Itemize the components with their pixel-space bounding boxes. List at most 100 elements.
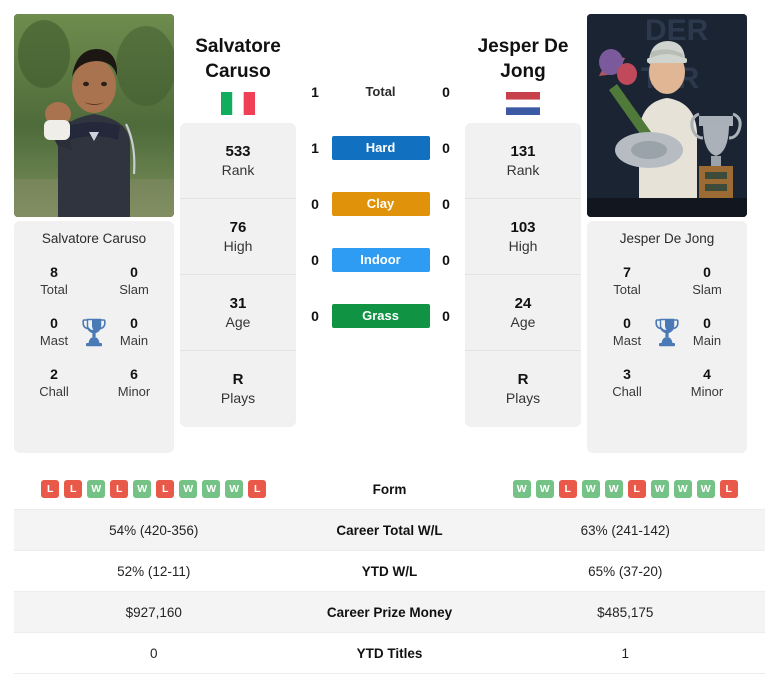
stats-left-prize: $927,160: [125, 604, 182, 620]
right-form-badge[interactable]: W: [604, 480, 623, 498]
h2h-label-wrap-grass: Grass: [331, 304, 430, 328]
stats-label-ytd_titles: YTD Titles: [356, 645, 423, 661]
right-form-badge[interactable]: W: [650, 480, 669, 498]
h2h-right-score-grass: 0: [442, 308, 450, 324]
stats-right-prize: $485,175: [597, 604, 654, 620]
left-form-strip: LLWLWLWWWL: [14, 480, 294, 498]
left-player-rank-card: 533 Rank 76 High 31 Age R Plays: [180, 123, 296, 427]
right-age-label: Age: [510, 313, 536, 330]
surface-badge-grass[interactable]: Grass: [331, 304, 430, 328]
right-titles-mast: 0 Mast: [601, 315, 653, 349]
stats-right-ytd_wl: 65% (37-20): [588, 563, 663, 579]
right-titles-main-value: 0: [703, 315, 711, 331]
right-age-segment: 24 Age: [465, 275, 581, 351]
stats-label-career_wl: Career Total W/L: [336, 522, 443, 538]
left-player-info: Salvatore Caruso 533 Rank 76 High 31 Age…: [180, 14, 296, 427]
stats-left-ytd_titles: 0: [149, 645, 158, 661]
right-titles-row-1: 7 Total 0 Slam: [593, 264, 741, 298]
left-player-name-line2: Caruso: [205, 61, 271, 82]
right-form-badge[interactable]: L: [558, 480, 577, 498]
left-form-badge[interactable]: L: [156, 480, 175, 498]
right-form-badge[interactable]: L: [719, 480, 738, 498]
right-titles-row-2: 0 Mast 0 Main: [593, 315, 741, 349]
right-form-badge[interactable]: L: [627, 480, 646, 498]
stats-row-career_wl: 54% (420-356) Career Total W/L 63% (241-14…: [14, 510, 765, 551]
stats-left-form: LLWLWLWWWL: [14, 480, 294, 498]
right-player-name: Jesper De Jong: [465, 14, 581, 84]
h2h-total-label: Total: [365, 84, 396, 99]
left-rank-label: Rank: [221, 161, 255, 178]
right-titles-chall-value: 3: [623, 366, 631, 382]
h2h-row-clay: 0 Clay 0: [302, 176, 459, 232]
h2h-left-score-grass: 0: [311, 308, 319, 324]
right-titles-minor: 4 Minor: [681, 366, 733, 400]
right-player-name-line2: Jong: [500, 61, 546, 82]
right-form-badge[interactable]: W: [696, 480, 715, 498]
right-player-caption: Jesper De Jong: [619, 231, 715, 246]
left-titles-total-label: Total: [40, 282, 68, 297]
right-player-rank-card: 131 Rank 103 High 24 Age R Plays: [465, 123, 581, 427]
stats-right-form: WWLWWLWWWL: [486, 480, 766, 498]
left-form-badge[interactable]: L: [248, 480, 267, 498]
left-form-badge[interactable]: W: [179, 480, 198, 498]
left-plays-value: R: [232, 371, 244, 388]
left-form-badge[interactable]: W: [225, 480, 244, 498]
right-form-badge[interactable]: W: [673, 480, 692, 498]
flag-netherlands-icon: [506, 92, 540, 115]
right-player-photo[interactable]: DER TTR: [587, 14, 747, 217]
stats-row-ytd_wl: 52% (12-11) YTD W/L 65% (37-20): [14, 551, 765, 592]
stats-row-form: L L W L W L W W W L Form W W L W W L W W W L: [14, 469, 765, 510]
left-form-badge[interactable]: W: [133, 480, 152, 498]
right-form-badge[interactable]: W: [581, 480, 600, 498]
stats-label-form: Form: [372, 481, 407, 497]
h2h-label-wrap-hard: Hard: [331, 136, 430, 160]
left-age-label: Age: [225, 313, 251, 330]
right-form-badge[interactable]: W: [535, 480, 554, 498]
h2h-row-grass: 0 Grass 0: [302, 288, 459, 344]
left-age-segment: 31 Age: [180, 275, 296, 351]
left-form-badge[interactable]: W: [202, 480, 221, 498]
h2h-left-score-indoor: 0: [311, 252, 319, 268]
left-form-badge[interactable]: W: [87, 480, 106, 498]
left-titles-total: 8 Total: [28, 264, 80, 298]
h2h-label-wrap-clay: Clay: [331, 192, 430, 216]
left-titles-total-value: 8: [50, 264, 58, 280]
h2h-row-hard: 1 Hard 0: [302, 120, 459, 176]
h2h-left-score-hard: 1: [311, 140, 319, 156]
left-titles-main: 0 Main: [108, 315, 160, 349]
left-player-photo[interactable]: [14, 14, 174, 217]
right-form-badge[interactable]: W: [512, 480, 531, 498]
player-comparison-page: Salvatore Caruso 8 Total 0 Slam 0 Mast 0…: [0, 0, 779, 688]
right-titles-mast-value: 0: [623, 315, 631, 331]
left-high-segment: 76 High: [180, 199, 296, 275]
right-titles-main-label: Main: [692, 333, 722, 348]
right-titles-mast-label: Mast: [612, 333, 642, 348]
right-titles-chall-label: Chall: [612, 384, 642, 399]
left-titles-chall: 2 Chall: [28, 366, 80, 400]
surface-badge-clay[interactable]: Clay: [331, 192, 430, 216]
left-form-badge[interactable]: L: [64, 480, 83, 498]
h2h-right-score-indoor: 0: [442, 252, 450, 268]
right-plays-value: R: [517, 371, 529, 388]
right-player-photo-image: DER TTR: [587, 14, 747, 217]
right-titles-slam-value: 0: [703, 264, 711, 280]
right-age-value: 24: [514, 294, 532, 312]
right-plays-segment: R Plays: [465, 351, 581, 427]
right-titles-total: 7 Total: [601, 264, 653, 298]
right-player-info: Jesper De Jong 131 Rank 103 High 24 Age …: [465, 14, 581, 427]
left-form-badge[interactable]: L: [41, 480, 60, 498]
right-rank-segment: 131 Rank: [465, 123, 581, 199]
head-to-head-column: 1 Total 0 1 Hard 0 0 Clay 0 0 Indoor 0 0 Grass 0: [302, 14, 459, 344]
surface-badge-indoor[interactable]: Indoor: [331, 248, 430, 272]
left-plays-label: Plays: [220, 390, 256, 406]
right-high-value: 103: [510, 218, 536, 236]
h2h-row-indoor: 0 Indoor 0: [302, 232, 459, 288]
left-titles-row-1: 8 Total 0 Slam: [20, 264, 168, 298]
left-titles-row-3: 2 Chall 6 Minor: [20, 366, 168, 400]
left-plays-segment: R Plays: [180, 351, 296, 427]
stats-label-ytd_wl: YTD W/L: [361, 563, 418, 579]
left-form-badge[interactable]: L: [110, 480, 129, 498]
right-rank-label: Rank: [506, 161, 540, 178]
surface-badge-hard[interactable]: Hard: [331, 136, 430, 160]
stats-right-career_wl: 63% (241-142): [580, 522, 670, 538]
